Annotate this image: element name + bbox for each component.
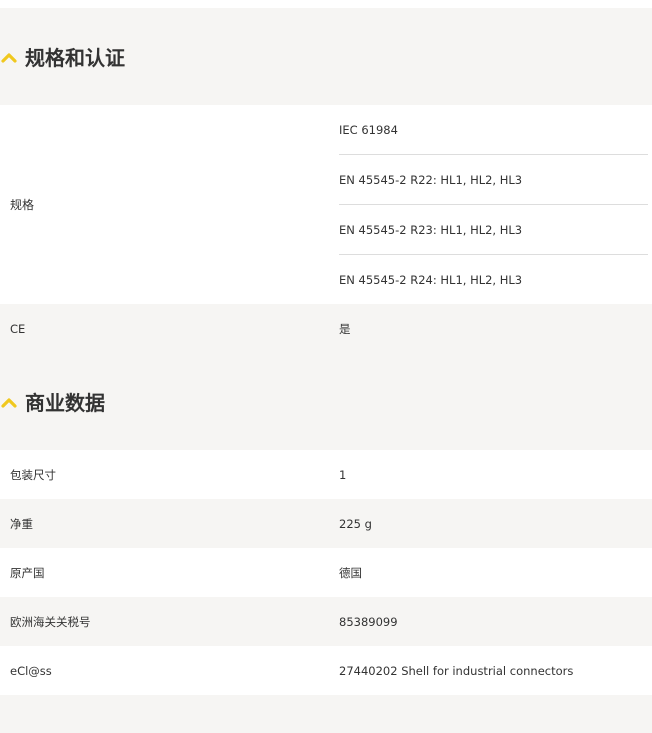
commercial-row-customs-tariff: 欧洲海关关税号 85389099 xyxy=(0,597,652,646)
commercial-row-eclass: eCl@ss 27440202 Shell for industrial con… xyxy=(0,646,652,695)
spec-row-ce: CE 是 xyxy=(0,304,652,353)
chevron-up-icon[interactable] xyxy=(1,396,17,408)
row-label: 原产国 xyxy=(10,565,45,580)
row-value: 27440202 Shell for industrial connectors xyxy=(339,663,574,678)
row-label: 净重 xyxy=(10,516,33,531)
chevron-up-icon[interactable] xyxy=(1,51,17,63)
commercial-row-origin: 原产国 德国 xyxy=(0,548,652,597)
commercial-row-package-size: 包装尺寸 1 xyxy=(0,450,652,499)
section-title: 商业数据 xyxy=(25,391,105,415)
section-header-specs[interactable]: 规格和认证 xyxy=(0,8,652,105)
list-item: IEC 61984 xyxy=(339,105,648,155)
list-item: EN 45545-2 R24: HL1, HL2, HL3 xyxy=(339,272,523,287)
bottom-spacer xyxy=(0,695,652,731)
list-item: EN 45545-2 R22: HL1, HL2, HL3 xyxy=(339,155,648,205)
row-value-list: IEC 61984 EN 45545-2 R22: HL1, HL2, HL3 … xyxy=(329,105,652,304)
row-value: 是 xyxy=(339,321,351,336)
row-label: 欧洲海关关税号 xyxy=(10,614,91,629)
row-value: 德国 xyxy=(339,565,362,580)
spec-row-standards: 规格 IEC 61984 EN 45545-2 R22: HL1, HL2, H… xyxy=(0,105,652,304)
row-label: eCl@ss xyxy=(10,663,52,678)
row-value: 225 g xyxy=(339,516,372,531)
row-label: CE xyxy=(10,321,26,336)
row-value: 1 xyxy=(339,467,347,482)
top-strip xyxy=(0,0,652,8)
commercial-row-net-weight: 净重 225 g xyxy=(0,499,652,548)
row-label: 规格 xyxy=(10,198,35,212)
section-title: 规格和认证 xyxy=(25,46,125,70)
list-item: EN 45545-2 R23: HL1, HL2, HL3 xyxy=(339,205,648,255)
row-label: 包装尺寸 xyxy=(10,467,56,482)
section-header-commercial[interactable]: 商业数据 xyxy=(0,353,652,450)
row-value: 85389099 xyxy=(339,614,398,629)
